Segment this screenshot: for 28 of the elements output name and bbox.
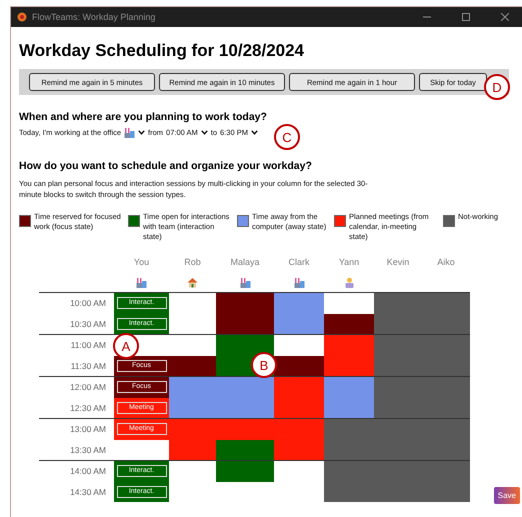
section-heading: When and where are you planning to work today? <box>19 111 268 123</box>
chevron-down-icon[interactable] <box>200 130 208 135</box>
time-label: 13:30 AM <box>70 444 107 455</box>
time-label: 10:30 AM <box>70 318 107 329</box>
person-name: Yann <box>338 257 360 267</box>
section-heading: How do you want to schedule and organize your workday? <box>19 160 313 172</box>
save-button[interactable]: Save <box>494 487 520 504</box>
app-logo-icon <box>17 12 27 22</box>
time-label: 12:00 AM <box>70 382 107 392</box>
time-label: 11:30 AM <box>70 360 107 371</box>
person-name: Aiko <box>437 257 455 267</box>
person-name: Clark <box>288 257 310 267</box>
time-label: 14:30 AM <box>70 486 107 497</box>
person-name: You <box>134 257 150 267</box>
callout-marker: C <box>274 124 300 150</box>
window-title: FlowTeams: Workday Planning <box>32 12 156 22</box>
chevron-down-icon[interactable] <box>250 130 258 135</box>
time-label: 13:00 AM <box>70 424 107 434</box>
page-heading: Workday Scheduling for 10/28/2024 <box>19 41 306 61</box>
time-label: 12:30 AM <box>70 402 107 413</box>
person-name: Rob <box>184 257 201 267</box>
time-label: 10:00 AM <box>70 298 107 308</box>
callout-marker: D <box>484 74 510 100</box>
time-label: 14:00 AM <box>70 466 107 476</box>
person-name: Kevin <box>386 257 410 267</box>
time-label: 11:00 AM <box>70 340 107 350</box>
person-name: Malaya <box>230 257 260 267</box>
chevron-down-icon[interactable] <box>138 130 146 135</box>
